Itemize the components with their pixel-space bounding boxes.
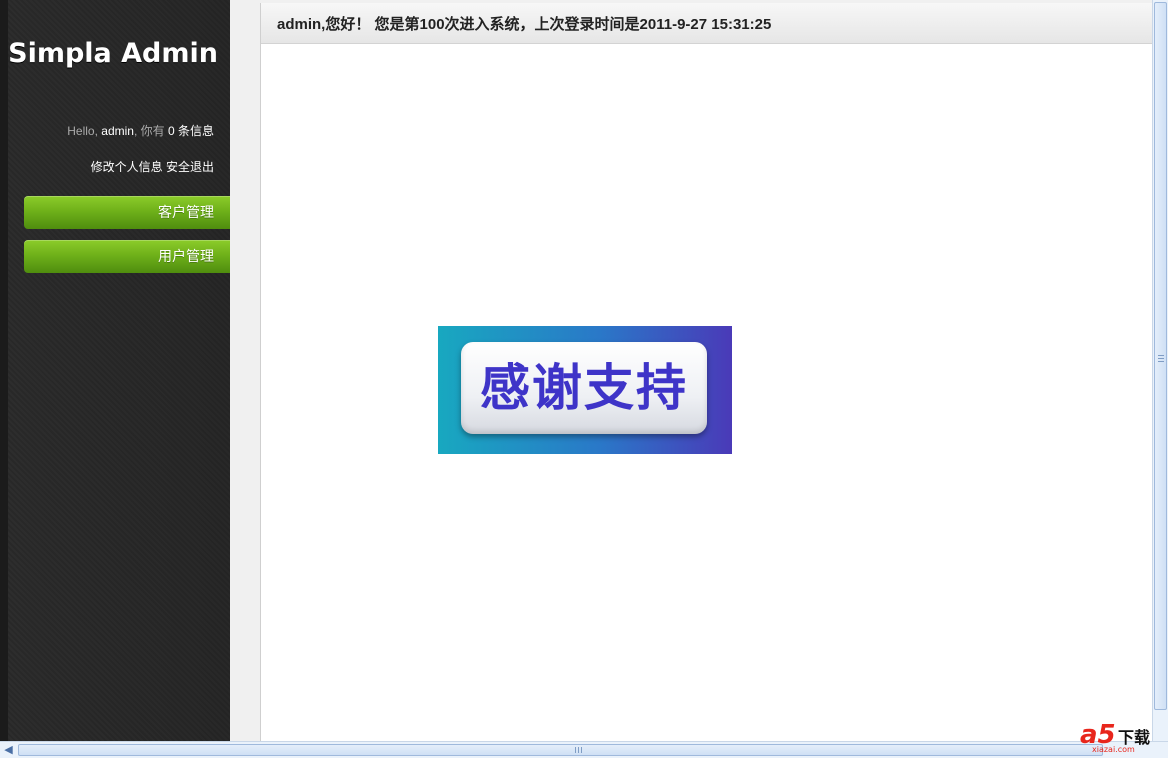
greeting-prefix: Hello, — [67, 124, 102, 138]
greeting-suffix[interactable]: 条信息 — [175, 124, 214, 138]
greeting-mid: , 你有 — [133, 124, 168, 138]
watermark-logo: a5 下载 xiazai.com — [1078, 720, 1160, 756]
thanks-plate: 感谢支持 — [461, 342, 707, 434]
message-count-link[interactable]: 0 — [168, 124, 175, 138]
grip-icon — [1158, 355, 1164, 363]
nav-user-management[interactable]: 用户管理 — [24, 240, 230, 273]
username-link[interactable]: admin — [101, 124, 134, 138]
profile-links: 修改个人信息 安全退出 — [91, 158, 214, 175]
watermark-url: xiazai.com — [1092, 745, 1135, 754]
vertical-scrollbar[interactable] — [1152, 0, 1168, 741]
edit-profile-link[interactable]: 修改个人信息 — [91, 160, 163, 174]
thanks-text: 感谢支持 — [480, 359, 688, 417]
welcome-bar: admin,您好！ 您是第100次进入系统，上次登录时间是2011-9-27 1… — [261, 3, 1153, 44]
nav-customer-management[interactable]: 客户管理 — [24, 196, 230, 229]
content-frame: admin,您好！ 您是第100次进入系统，上次登录时间是2011-9-27 1… — [260, 3, 1154, 741]
greeting-line: Hello, admin, 你有 0 条信息 — [67, 122, 214, 139]
grip-icon — [575, 747, 583, 753]
sidebar: Simpla Admin Hello, admin, 你有 0 条信息 修改个人… — [0, 0, 230, 741]
triangle-left-icon[interactable]: ◀ — [0, 742, 17, 758]
thanks-banner: 感谢支持 — [438, 326, 732, 454]
logout-link[interactable]: 安全退出 — [166, 160, 214, 174]
horizontal-scroll-thumb[interactable] — [18, 744, 1103, 756]
app-logo[interactable]: Simpla Admin — [0, 38, 218, 69]
horizontal-scrollbar[interactable]: ◀ — [0, 741, 1168, 758]
vertical-scroll-thumb[interactable] — [1154, 2, 1167, 710]
sidebar-edge — [0, 0, 8, 741]
welcome-message: admin,您好！ 您是第100次进入系统，上次登录时间是2011-9-27 1… — [277, 16, 772, 33]
